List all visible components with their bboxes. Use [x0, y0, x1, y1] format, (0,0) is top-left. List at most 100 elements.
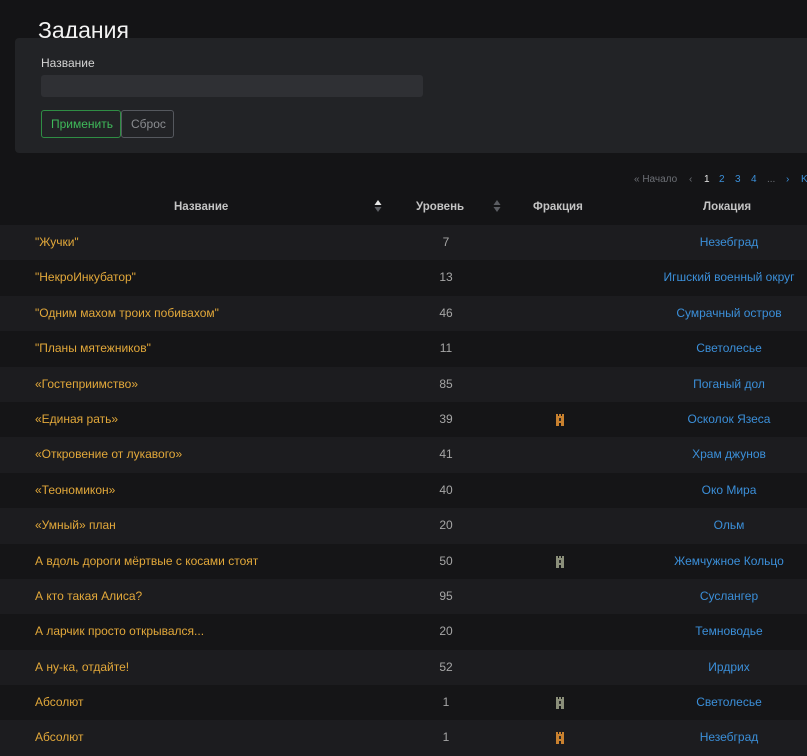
column-header-level[interactable]: Уровень [416, 201, 464, 213]
faction-banner-orange-icon [556, 732, 564, 745]
pagination-next[interactable]: › [786, 174, 789, 185]
faction-cell [552, 720, 568, 755]
quest-level: 50 [439, 553, 453, 568]
column-header-faction: Фракция [533, 201, 583, 213]
quest-name-link[interactable]: "Планы мятежников" [35, 331, 151, 366]
quest-name-link[interactable]: "НекроИнкубатор" [35, 260, 136, 295]
quest-level: 41 [439, 447, 453, 462]
table-row: А кто такая Алиса? 95 Суслангер [0, 578, 807, 615]
quest-name-link[interactable]: А кто такая Алиса? [35, 579, 142, 614]
quest-name-link[interactable]: «Откровение от лукавого» [35, 437, 182, 472]
faction-banner-gray-icon [556, 555, 564, 568]
location-link[interactable]: Жемчужное Кольцо [640, 544, 807, 579]
faction-cell [552, 437, 568, 472]
apply-button[interactable]: Применить [41, 110, 121, 138]
name-filter-label: Название [41, 56, 95, 70]
faction-cell [552, 296, 568, 331]
location-link[interactable]: Ольм [640, 508, 807, 543]
table-row: «Откровение от лукавого» 41 Храм джунов [0, 437, 807, 473]
pagination-last[interactable]: K [801, 174, 807, 185]
faction-banner-orange-icon [556, 413, 564, 426]
quest-level: 7 [442, 235, 450, 249]
location-link[interactable]: Ирдрих [640, 650, 807, 685]
quest-name-link[interactable]: "Жучки" [35, 225, 79, 260]
table-row: А ларчик просто открывался... 20 Темноводь… [0, 614, 807, 650]
location-link[interactable]: Храм джунов [640, 437, 807, 472]
quest-name-link[interactable]: Абсолют [35, 720, 84, 755]
faction-cell [552, 579, 568, 614]
table-row: Абсолют 1 Светолесье [0, 685, 807, 721]
quest-level: 46 [439, 305, 453, 320]
column-header-name[interactable]: Название [174, 201, 228, 213]
pagination-first[interactable]: « Начало [634, 174, 677, 185]
pagination-ellipsis: ... [767, 174, 776, 185]
faction-cell [552, 367, 568, 402]
faction-cell [552, 650, 568, 685]
faction-cell [552, 260, 568, 295]
faction-banner-gray-icon [556, 697, 564, 710]
quest-name-link[interactable]: Абсолют [35, 685, 84, 720]
quest-name-link[interactable]: "Одним махом троих побивахом" [35, 296, 219, 331]
faction-cell [552, 402, 568, 437]
quest-level: 13 [439, 270, 453, 285]
name-filter-input[interactable] [41, 75, 423, 97]
quest-name-link[interactable]: «Единая рать» [35, 402, 118, 437]
quest-level: 11 [439, 341, 453, 356]
quest-name-link[interactable]: «Умный» план [35, 508, 116, 543]
faction-cell [552, 508, 568, 543]
quests-table-body: "Жучки" 7 Незебград "НекроИнкубатор" 13 Игшск… [0, 225, 807, 756]
table-row: «Гостеприимство» 85 Поганый дол [0, 366, 807, 402]
pagination-page-2[interactable]: 2 [719, 174, 725, 185]
location-link[interactable]: Темноводье [640, 614, 807, 649]
pagination-prev[interactable]: ‹ [689, 174, 692, 185]
table-row: "НекроИнкубатор" 13 Игшский военный округ [0, 260, 807, 296]
table-header: Название Уровень Фракция Локация [0, 195, 807, 221]
table-row: «Умный» план 20 Ольм [0, 508, 807, 544]
quest-level: 95 [439, 588, 453, 603]
location-link[interactable]: Сумрачный остров [640, 296, 807, 331]
quest-level: 1 [442, 695, 450, 710]
sort-asc-icon[interactable] [374, 199, 382, 213]
location-link[interactable]: Поганый дол [640, 367, 807, 402]
quest-name-link[interactable]: А вдоль дороги мёртвые с косами стоят [35, 544, 258, 579]
location-link[interactable]: Незебград [640, 225, 807, 260]
faction-cell [552, 331, 568, 366]
pagination-page-1[interactable]: 1 [704, 174, 710, 185]
location-link[interactable]: Незебград [640, 720, 807, 755]
quest-name-link[interactable]: «Гостеприимство» [35, 367, 138, 402]
table-row: "Одним махом троих побивахом" 46 Сумрачный… [0, 295, 807, 332]
quest-level: 85 [439, 376, 453, 391]
table-row: "Планы мятежников" 11 Светолесье [0, 331, 807, 367]
faction-cell [552, 685, 568, 720]
location-link[interactable]: Суслангер [640, 579, 807, 614]
faction-cell [552, 225, 568, 260]
location-link[interactable]: Око Мира [640, 473, 807, 508]
quest-name-link[interactable]: А ларчик просто открывался... [35, 614, 204, 649]
quest-level: 52 [439, 659, 453, 674]
quest-level: 20 [439, 624, 453, 639]
reset-button[interactable]: Сброс [121, 110, 174, 138]
location-link[interactable]: Осколок Язеса [640, 402, 807, 437]
table-row: "Жучки" 7 Незебград [0, 225, 807, 261]
table-row: «Единая рать» 39 Осколок Язеса [0, 401, 807, 438]
table-row: А вдоль дороги мёртвые с косами стоят 50 Ж… [0, 543, 807, 579]
pagination-page-4[interactable]: 4 [751, 174, 757, 185]
table-row: А ну-ка, отдайте! 52 Ирдрих [0, 649, 807, 686]
table-row: Абсолют 1 Незебград [0, 720, 807, 756]
faction-cell [552, 544, 568, 579]
pagination-page-3[interactable]: 3 [735, 174, 741, 185]
quest-name-link[interactable]: «Теономикон» [35, 473, 115, 508]
quest-level: 40 [439, 482, 453, 497]
quest-level: 20 [439, 518, 453, 533]
location-link[interactable]: Игшский военный округ [640, 260, 807, 295]
faction-cell [552, 473, 568, 508]
location-link[interactable]: Светолесье [640, 685, 807, 720]
quest-level: 1 [442, 730, 450, 745]
location-link[interactable]: Светолесье [640, 331, 807, 366]
quest-level: 39 [439, 411, 453, 426]
filter-panel: Название Применить Сброс [15, 38, 807, 153]
sort-both-icon[interactable] [493, 199, 501, 213]
table-row: «Теономикон» 40 Око Мира [0, 472, 807, 509]
quest-name-link[interactable]: А ну-ка, отдайте! [35, 650, 129, 685]
faction-cell [552, 614, 568, 649]
